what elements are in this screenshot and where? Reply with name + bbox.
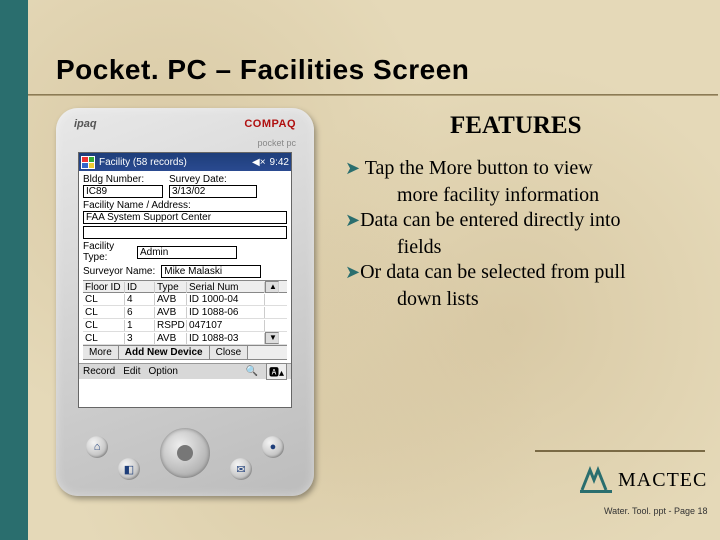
facility-addr-field[interactable] [83,226,287,239]
keyboard-icon[interactable]: 🅰▴ [266,363,287,380]
bldg-field[interactable]: IC89 [83,185,163,198]
menubar: Record Edit Option 🔍 🅰▴ [79,363,291,379]
start-icon[interactable] [81,156,95,169]
table-row[interactable]: CL 1 RSPD 047107 [83,319,287,332]
facility-type-field[interactable]: Admin [137,246,237,259]
features-heading: FEATURES [450,112,582,140]
bullet-1-cont: more facility information [345,183,705,208]
menu-option[interactable]: Option [148,366,177,377]
accent-sidebar [0,0,28,540]
logo-text: MACTEC [618,469,707,492]
facility-name-field[interactable]: FAA System Support Center [83,211,287,224]
col-type: Type [155,282,187,293]
menu-edit[interactable]: Edit [123,366,140,377]
feature-bullets: ➤ Tap the More button to view more facil… [345,156,705,312]
survey-date-field[interactable]: 3/13/02 [169,185,257,198]
bldg-label: Bldg Number: [83,174,163,185]
table-row[interactable]: CL 6 AVB ID 1088-06 [83,306,287,319]
col-serial: Serial Num [187,282,265,293]
hardware-buttons: ⌂ ◧ ✉ ● [56,420,314,488]
surveyor-label: Surveyor Name: [83,266,155,277]
surveyor-field[interactable]: Mike Malaski [161,265,261,278]
mactec-logo-icon [580,466,612,494]
taskbar-time: 9:42 [270,157,289,168]
brand-pocketpc: pocket pc [257,138,296,148]
table-row[interactable]: CL 3 AVB ID 1088-03 ▼ [83,332,287,345]
taskbar: Facility (58 records) ◀× 9:42 [79,153,291,171]
footer-divider [535,450,705,452]
device-screen: Facility (58 records) ◀× 9:42 Bldg Numbe… [78,152,292,408]
bullet-3-cont: down lists [345,287,705,312]
hw-button-1[interactable]: ⌂ [86,436,108,458]
dpad[interactable] [160,428,210,478]
bullet-arrow-icon: ➤ [345,210,360,230]
hw-button-4[interactable]: ● [262,436,284,458]
bullet-arrow-icon: ➤ [345,158,360,178]
form-area: Bldg Number: IC89 Survey Date: 3/13/02 F… [79,171,291,363]
search-icon[interactable]: 🔍 [246,366,258,377]
hw-button-3[interactable]: ✉ [230,458,252,480]
hw-button-2[interactable]: ◧ [118,458,140,480]
bullet-3: ➤Or data can be selected from pull [345,260,705,285]
button-bar: More Add New Device Close [83,345,287,360]
bullet-text: Data can be entered directly into [360,209,620,231]
brand-compaq: COMPAQ [244,118,296,138]
col-floor: Floor ID [83,282,125,293]
close-button[interactable]: Close [210,346,249,359]
bullet-text: Or data can be selected from pull [360,261,625,283]
title-underline [28,94,718,96]
brand-ipaq: ipaq [74,118,97,138]
bullet-1: ➤ Tap the More button to view [345,156,705,181]
facility-name-label: Facility Name / Address: [83,200,287,211]
bullet-2-cont: fields [345,235,705,260]
page-footer: Water. Tool. ppt - Page 18 [604,506,708,516]
table-header: Floor ID ID Type Serial Num ▲ [83,280,287,293]
slide-title: Pocket. PC – Facilities Screen [56,54,469,86]
bullet-arrow-icon: ➤ [345,262,360,282]
bullet-text: Tap the More button to view [365,157,593,179]
scroll-up-icon[interactable]: ▲ [265,281,279,293]
company-logo: MACTEC [580,466,707,494]
more-button[interactable]: More [83,346,119,359]
pda-device: ipaq COMPAQ pocket pc Facility (58 recor… [56,108,314,496]
bullet-2: ➤Data can be entered directly into [345,208,705,233]
menu-record[interactable]: Record [83,366,115,377]
taskbar-title: Facility (58 records) [99,157,187,168]
add-new-device-button[interactable]: Add New Device [119,346,210,359]
scroll-down-icon[interactable]: ▼ [265,332,279,344]
speaker-icon[interactable]: ◀× [252,157,266,168]
facility-type-label: Facility Type: [83,241,131,263]
col-id: ID [125,282,155,293]
device-brand-row: ipaq COMPAQ [74,118,296,138]
table-row[interactable]: CL 4 AVB ID 1000-04 [83,293,287,306]
survey-date-label: Survey Date: [169,174,257,185]
